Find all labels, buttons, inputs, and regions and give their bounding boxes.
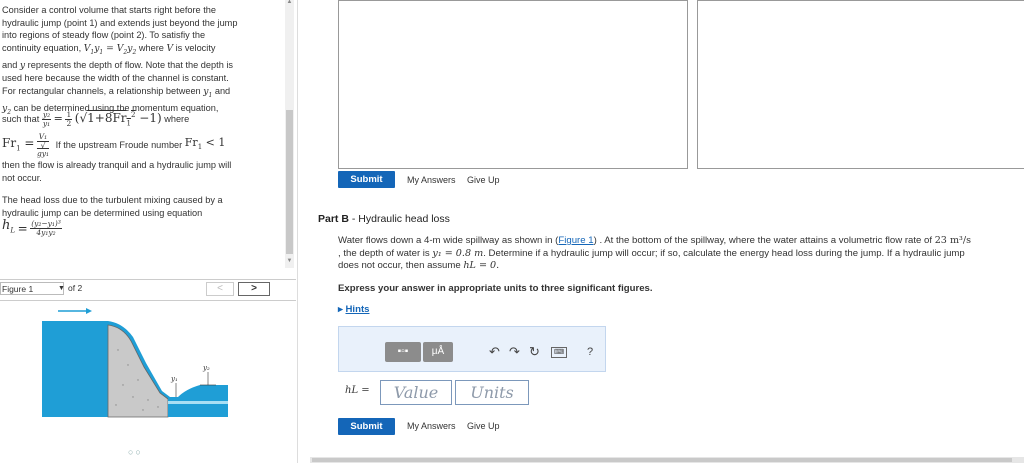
momentum-expression: (√1+8Fr12 −1) — [74, 111, 162, 128]
problem-intro: Consider a control volume that starts ri… — [2, 4, 277, 119]
figure-pager-dots[interactable]: ○○ — [128, 447, 143, 457]
help-button[interactable]: ? — [587, 343, 593, 361]
part-b-question: Water flows down a 4-m wide spillway as … — [338, 235, 972, 272]
units-symbol-button[interactable]: μÅ — [423, 342, 453, 362]
scroll-up-arrow-icon[interactable]: ▲ — [286, 0, 293, 5]
intro-line-depth: and y represents the depth of flow. Note… — [2, 59, 233, 71]
continuity-equation: V1y1 = V2y2 — [83, 42, 137, 56]
figure-navigation: Figure 1 ▼ of 2 < > — [0, 279, 296, 301]
part-b-give-up-link[interactable]: Give Up — [467, 421, 500, 431]
intro-line: Consider a control volume that starts ri… — [2, 5, 216, 15]
intro-line-continuity: continuity equation, V1y1 = V2y2 where V… — [2, 42, 216, 56]
answer-image-box-2 — [697, 0, 1024, 169]
problem-panel: Consider a control volume that starts ri… — [0, 0, 296, 463]
figure-select[interactable]: Figure 1 — [0, 282, 64, 295]
froude-equation-line: Fr1 = V₁ √ gy₁ If the upstream Froude numb… — [2, 132, 226, 158]
reset-icon[interactable]: ↻ — [529, 343, 540, 361]
momentum-equation-line: such that y₂ y₁ = 12 (√1+8Fr12 −1) where — [2, 109, 190, 128]
answer-toolbar: ▪▫▪ μÅ ↶ ↷ ↻ ⌨ ? — [338, 326, 606, 372]
tranquil-text: then the flow is already tranquil and a … — [2, 160, 232, 183]
assume-value: hL = 0. — [463, 260, 500, 272]
depth-value: y₁ = 0.8 m — [432, 247, 484, 259]
redo-icon[interactable]: ↷ — [509, 343, 520, 361]
chevron-down-icon[interactable]: ▼ — [58, 282, 65, 295]
value-input[interactable]: Value — [380, 380, 452, 405]
head-loss-equation: hL = (y₂−y₁)³ 4y₁y₂ — [2, 218, 62, 238]
panel-divider — [297, 0, 298, 463]
part-b-my-answers-link[interactable]: My Answers — [407, 421, 456, 431]
figure-next-button[interactable]: > — [238, 282, 270, 296]
part-a-give-up-link[interactable]: Give Up — [467, 175, 500, 185]
intro-line: hydraulic jump (point 1) and extends jus… — [2, 17, 238, 28]
label-y2: y₂ — [202, 364, 210, 372]
part-a-submit-button[interactable]: Submit — [338, 171, 395, 188]
label-y1: y₁ — [170, 375, 178, 383]
flow-rate-value: 23 m³/s — [934, 235, 972, 246]
template-grid-icon: ▪▫▪ — [397, 346, 409, 357]
hints-toggle[interactable]: ▸ Hints — [338, 304, 369, 315]
units-input[interactable]: Units — [455, 380, 529, 405]
spillway-figure: y₁ y₂ — [42, 308, 228, 418]
intro-line: used here because the width of the chann… — [2, 73, 229, 84]
problem-scroll-thumb[interactable] — [286, 110, 293, 254]
keyboard-icon[interactable]: ⌨ — [551, 347, 568, 358]
part-b-submit-button[interactable]: Submit — [338, 418, 395, 435]
scroll-down-arrow-icon[interactable]: ▼ — [286, 258, 293, 266]
answer-image-box-1 — [338, 0, 688, 169]
answer-instruction: Express your answer in appropriate units… — [338, 283, 653, 294]
part-b-title: Part B - Hydraulic head loss — [318, 213, 450, 225]
figure-1-link[interactable]: Figure 1 — [558, 235, 593, 246]
spillway-structure — [107, 324, 169, 418]
caret-right-icon: ▸ — [338, 304, 343, 315]
answer-label: hL = — [345, 385, 370, 396]
y2-over-y1: y₂ y₁ — [41, 109, 52, 128]
figure-prev-button[interactable]: < — [206, 282, 234, 296]
undo-icon[interactable]: ↶ — [489, 343, 500, 361]
intro-line-rect: For rectangular channels, a relationship… — [2, 85, 231, 99]
figure-count: of 2 — [68, 283, 83, 293]
horizontal-scroll-thumb[interactable] — [312, 458, 1012, 462]
part-a-my-answers-link[interactable]: My Answers — [407, 175, 456, 185]
head-loss-text: The head loss due to the turbulent mixin… — [2, 195, 223, 218]
templates-button[interactable]: ▪▫▪ — [385, 342, 421, 362]
froude-fraction: V₁ √ gy₁ — [36, 132, 50, 158]
intro-line: into regions of steady flow (point 2). T… — [2, 30, 206, 40]
